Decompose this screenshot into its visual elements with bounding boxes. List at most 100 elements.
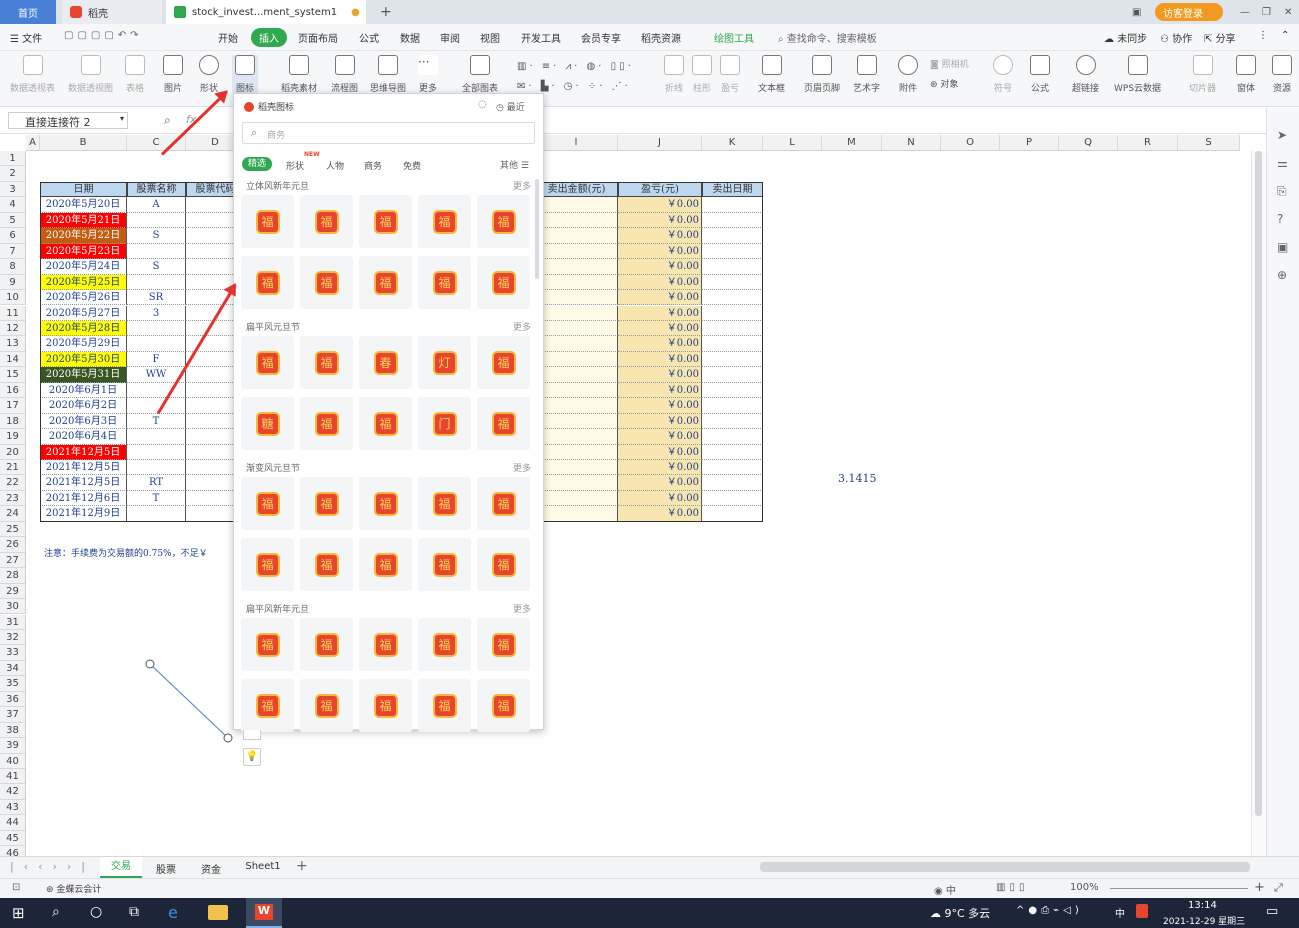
sell-amount-cell[interactable] [535, 290, 618, 306]
row-header[interactable]: 31 [0, 614, 26, 630]
row-header[interactable]: 13 [0, 336, 26, 352]
wps-tray-icon[interactable] [1136, 904, 1148, 918]
camera-button[interactable]: ◙ 照相机 [930, 57, 969, 70]
sell-date-cell[interactable] [702, 444, 763, 460]
date-cell[interactable]: 2020年5月29日 [40, 336, 127, 352]
date-cell[interactable]: 2020年6月3日 [40, 413, 127, 430]
icon-thumbnail[interactable]: 福 [300, 336, 353, 389]
sell-date-cell[interactable] [702, 460, 763, 476]
horizontal-scroll-thumb[interactable] [760, 862, 1250, 872]
sheet-tab-sheet1[interactable]: Sheet1 [240, 861, 286, 872]
stock-name-cell[interactable]: SR [127, 290, 186, 306]
wps-taskbar-button[interactable]: W [246, 898, 282, 928]
lightbulb-icon[interactable]: 💡 [243, 748, 261, 766]
menu-file[interactable]: ☰ 文件 [10, 30, 42, 45]
sell-date-cell[interactable] [702, 305, 763, 321]
window-layout-icon[interactable]: ▣ [1124, 0, 1141, 24]
icon-thumbnail[interactable]: 福 [418, 679, 471, 732]
icon-thumbnail[interactable]: 福 [359, 477, 412, 530]
icon-thumbnail[interactable]: 福 [241, 256, 294, 309]
sell-date-cell[interactable] [702, 490, 763, 507]
row-header[interactable]: 15 [0, 367, 26, 383]
sell-date-cell[interactable] [702, 398, 763, 414]
icon-thumbnail[interactable]: 福 [477, 336, 530, 389]
stock-name-cell[interactable] [127, 382, 186, 399]
cat-featured[interactable]: 精选 [242, 157, 272, 171]
new-tab-button[interactable]: + [372, 0, 392, 24]
icon-thumbnail[interactable]: 福 [359, 195, 412, 248]
backup-icon[interactable]: ⎘ [1277, 184, 1287, 199]
row-header[interactable]: 34 [0, 660, 26, 677]
row-header[interactable]: 39 [0, 738, 26, 754]
profit-cell[interactable]: ￥0.00 [618, 320, 702, 337]
panel-scroll-thumb[interactable] [535, 179, 539, 279]
row-header[interactable]: 16 [0, 382, 26, 399]
sell-amount-cell[interactable] [535, 460, 618, 476]
date-cell[interactable]: 2020年5月30日 [40, 351, 127, 368]
icon-search-input[interactable]: ⌕ 商务 [242, 122, 535, 144]
profit-cell[interactable]: ￥0.00 [618, 475, 702, 491]
icon-thumbnail[interactable]: 福 [418, 538, 471, 591]
add-sheet-button[interactable]: + [296, 858, 308, 874]
sheet-tab-trade[interactable]: 交易 [100, 857, 142, 878]
share-tool-icon[interactable]: ⊕ [1277, 268, 1287, 282]
sell-date-cell[interactable] [702, 475, 763, 491]
table-header-cell[interactable]: 卖出金额(元) [535, 181, 618, 198]
windows-start-icon[interactable]: ⊞ [12, 904, 25, 922]
mindmap-button[interactable]: 思维导图 [370, 55, 406, 94]
sell-amount-cell[interactable] [535, 197, 618, 213]
section-more-link[interactable]: 更多 [513, 602, 531, 615]
column-header-o[interactable]: O [941, 135, 1000, 151]
date-cell[interactable]: 2020年5月23日 [40, 243, 127, 260]
date-cell[interactable]: 2020年5月31日 [40, 367, 127, 383]
slicer-button[interactable]: 切片器 [1189, 55, 1216, 94]
row-header[interactable]: 26 [0, 537, 26, 553]
shape-button[interactable]: 形状 [199, 55, 219, 94]
icon-thumbnail[interactable]: 福 [418, 256, 471, 309]
menu-data[interactable]: 数据 [400, 30, 420, 45]
row-header[interactable]: 20 [0, 444, 26, 460]
icon-button[interactable]: 图标 [232, 55, 258, 94]
menu-review[interactable]: 审阅 [440, 30, 460, 45]
section-more-link[interactable]: 更多 [513, 320, 531, 333]
macro-icon[interactable]: ⊡ [12, 882, 20, 893]
pi-value-cell[interactable]: 3.1415 [838, 472, 877, 485]
date-cell[interactable]: 2021年12月5日 [40, 460, 127, 476]
sell-amount-cell[interactable] [535, 398, 618, 414]
row-header[interactable]: 29 [0, 583, 26, 600]
stock-name-cell[interactable]: A [127, 197, 186, 213]
profit-cell[interactable]: ￥0.00 [618, 490, 702, 507]
stock-name-cell[interactable] [127, 320, 186, 337]
icon-thumbnail[interactable]: 福 [241, 538, 294, 591]
tab-file[interactable]: stock_invest...ment_system1 ● [166, 0, 366, 24]
flowchart-button[interactable]: 流程图 [331, 55, 358, 94]
command-search[interactable]: ⌕ 查找命令、搜索模板 [778, 30, 877, 45]
icon-thumbnail[interactable]: 福 [359, 679, 412, 732]
profit-cell[interactable]: ￥0.00 [618, 243, 702, 260]
profit-cell[interactable]: ￥0.00 [618, 212, 702, 229]
icon-thumbnail[interactable]: 福 [359, 256, 412, 309]
icon-thumbnail[interactable]: 福 [418, 618, 471, 671]
stock-name-cell[interactable] [127, 429, 186, 445]
sell-amount-cell[interactable] [535, 444, 618, 460]
sell-date-cell[interactable] [702, 243, 763, 260]
profit-cell[interactable]: ￥0.00 [618, 429, 702, 445]
icon-thumbnail[interactable]: 福 [300, 477, 353, 530]
icon-thumbnail[interactable]: 春 [359, 336, 412, 389]
hyperlink-button[interactable]: 超链接 [1072, 55, 1099, 94]
profit-cell[interactable]: ￥0.00 [618, 259, 702, 275]
attachment-button[interactable]: 附件 [898, 55, 918, 94]
column-header-k[interactable]: K [702, 135, 763, 151]
icon-thumbnail[interactable]: 福 [477, 195, 530, 248]
sell-date-cell[interactable] [702, 367, 763, 383]
menu-member[interactable]: 会员专享 [581, 30, 621, 45]
input-language[interactable]: 中 [1115, 905, 1125, 920]
row-header[interactable]: 36 [0, 691, 26, 708]
sell-amount-cell[interactable] [535, 367, 618, 383]
zoom-level[interactable]: 100% [1070, 882, 1099, 893]
menu-page-layout[interactable]: 页面布局 [298, 30, 338, 45]
sell-amount-cell[interactable] [535, 212, 618, 229]
pivot-chart-button[interactable]: 数据透视图 [68, 55, 113, 94]
help-icon[interactable]: ? [1277, 212, 1283, 226]
tab-daoke[interactable]: 稻壳 [62, 0, 162, 24]
